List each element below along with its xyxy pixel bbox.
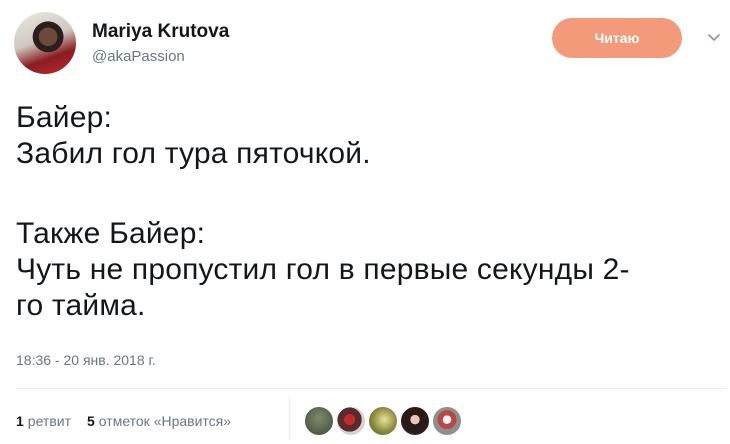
liker-avatar[interactable] — [400, 406, 430, 436]
tweet-text: Байер: Забил гол тура пяточкой. Также Ба… — [16, 100, 716, 324]
author-block[interactable]: Mariya Krutova @akaPassion — [92, 20, 229, 68]
likes-count-link[interactable]: 5 отметок «Нравится» — [87, 413, 231, 429]
liker-avatar[interactable] — [304, 406, 334, 436]
liker-avatar[interactable] — [368, 406, 398, 436]
tweet-line: Также Байер: — [16, 217, 206, 250]
likers-avatars — [304, 406, 464, 436]
retweet-label: ретвит — [27, 413, 71, 429]
tweet-line: Чуть не пропустил гол в первые секунды 2… — [16, 253, 630, 286]
chevron-down-icon[interactable] — [704, 28, 724, 48]
divider — [16, 388, 726, 389]
liker-avatar[interactable] — [432, 406, 462, 436]
tweet-stats: 1 ретвит 5 отметок «Нравится» — [16, 406, 247, 436]
likes-count: 5 — [87, 413, 95, 429]
retweet-count-link[interactable]: 1 ретвит — [16, 413, 71, 429]
retweet-count: 1 — [16, 413, 24, 429]
following-button[interactable]: Читаю — [552, 18, 682, 58]
liker-avatar[interactable] — [336, 406, 366, 436]
likes-label: отметок «Нравится» — [98, 413, 232, 429]
tweet-line: го тайма. — [16, 289, 146, 322]
tweet-timestamp[interactable]: 18:36 - 20 янв. 2018 г. — [16, 352, 156, 368]
tweet-line: Байер: — [16, 101, 113, 134]
stats-separator — [289, 398, 290, 440]
author-name[interactable]: Mariya Krutova — [92, 20, 229, 44]
avatar[interactable] — [14, 12, 76, 74]
tweet-header: Mariya Krutova @akaPassion Читаю — [14, 12, 720, 76]
author-handle[interactable]: @akaPassion — [92, 46, 229, 68]
tweet-line: Забил гол тура пяточкой. — [16, 137, 371, 170]
